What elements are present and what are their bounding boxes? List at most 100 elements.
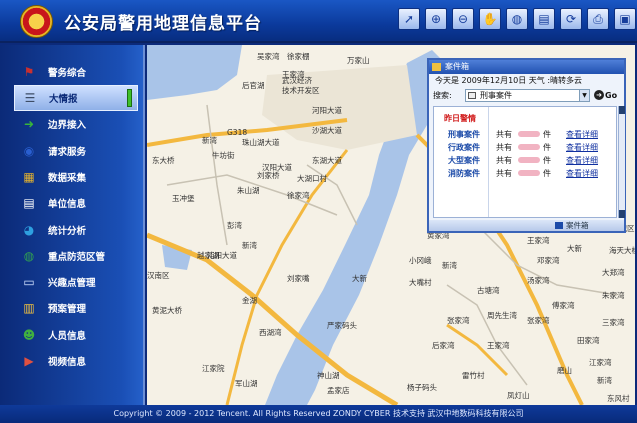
pan-hand-icon: ✋	[482, 12, 498, 26]
scroll-up-arrow[interactable]	[619, 106, 625, 114]
sidebar-item-6[interactable]: ◕ 统计分析	[14, 217, 138, 243]
zoom-out-button[interactable]: ⊖	[452, 8, 474, 30]
sidebar-item-4[interactable]: ▦ 数据采集	[14, 164, 138, 190]
sidebar-item-11[interactable]: ▶ 视频信息	[14, 348, 138, 374]
pan-hand-button[interactable]: ✋	[479, 8, 501, 30]
panel-search-bar: 搜索: 刑事案件 ▼ ➜ Go	[433, 89, 621, 103]
map-place-label: 珠山湖大道	[242, 138, 280, 147]
sidebar-item-label: 人员信息	[48, 331, 87, 342]
case-count-value	[518, 131, 540, 137]
sidebar-nav: ⚑ 警务综合 ☰ 大情报 ➜ 边界接入 ◉ 请求服务 ▦ 数据采集 ▤ 单位信息 ◕ 统计分析 ◍ 重点防范区…	[0, 45, 145, 405]
sidebar-item-0[interactable]: ⚑ 警务综合	[14, 59, 138, 85]
map-place-label: 凤灯山	[507, 391, 530, 400]
layers-button[interactable]: ▤	[533, 8, 555, 30]
map-place-label: 海天大楼	[609, 246, 635, 255]
case-type-select[interactable]: 刑事案件 ▼	[465, 89, 590, 102]
map-place-label: 古塘湾	[477, 286, 500, 295]
sidebar-item-label: 边界接入	[48, 120, 87, 131]
map-place-label: 江家院	[202, 364, 225, 373]
view-details-link[interactable]: 查看详细	[566, 129, 598, 140]
sidebar-item-8[interactable]: ▭ 兴趣点管理	[14, 269, 138, 295]
case-box-panel[interactable]: 案件箱 今天是 2009年12月10日 天气 :晴转多云 搜索: 刑事案件 ▼ …	[427, 58, 626, 233]
map-place-label: 新湾	[442, 261, 457, 270]
sidebar-item-7[interactable]: ◍ 重点防范区管	[14, 243, 138, 269]
map-toolbar: ➚ ⊕ ⊖ ✋ ◍ ▤ ⟳ ⎙ ▣	[398, 8, 636, 30]
sidebar-item-2[interactable]: ➜ 边界接入	[14, 111, 138, 137]
map-place-label: 神山湖	[317, 371, 340, 380]
map-place-label: 磨山	[557, 366, 572, 375]
zoom-out-icon: ⊖	[457, 12, 469, 26]
chevron-down-icon[interactable]: ▼	[579, 90, 589, 101]
fullscreen-button[interactable]: ▣	[614, 8, 636, 30]
print-button[interactable]: ⎙	[587, 8, 609, 30]
monitor-icon: ▭	[23, 275, 35, 289]
map-place-label: 张家湾	[447, 316, 470, 325]
panel-titlebar[interactable]: 案件箱	[429, 60, 624, 74]
scroll-down-arrow[interactable]	[619, 210, 625, 218]
view-details-link[interactable]: 查看详细	[566, 168, 598, 179]
map-place-label: 王家湾	[282, 70, 305, 79]
case-count-prefix: 共有	[496, 143, 512, 152]
document-icon	[468, 92, 476, 99]
refresh-button[interactable]: ⟳	[560, 8, 582, 30]
case-box-icon	[555, 222, 563, 229]
lake-area	[147, 45, 242, 100]
arrow-right-icon: ➜	[23, 117, 35, 131]
map-place-label: 王家湾	[527, 236, 550, 245]
refresh-icon: ⟳	[565, 12, 577, 26]
map-place-label: 黄泥大桥	[152, 306, 182, 315]
police-emblem-icon	[20, 5, 53, 38]
app-title: 公安局警用地理信息平台	[64, 14, 262, 34]
pointer-tool-icon: ➚	[403, 12, 415, 26]
sidebar-item-5[interactable]: ▤ 单位信息	[14, 190, 138, 216]
sidebar-item-9[interactable]: ▥ 预案管理	[14, 295, 138, 321]
case-list: 昨日警情 刑事案件 共有件查看详细 行政案件 共有件查看详细 大型案件 共有件查看详细 消防…	[433, 106, 617, 218]
map-place-label: 牛坊街	[212, 151, 235, 160]
sidebar-item-label: 请求服务	[48, 147, 87, 158]
sidebar-item-1[interactable]: ☰ 大情报	[14, 85, 138, 111]
map-place-label: 朱家湾	[602, 291, 625, 300]
map-place-label: 东风村	[607, 394, 630, 403]
map-place-label: 西湖湾	[259, 328, 282, 337]
map-place-label: 大嘴村	[409, 278, 432, 287]
pointer-tool-button[interactable]: ➚	[398, 8, 420, 30]
map-place-label: 军山湖	[235, 379, 258, 388]
weather-line: 今天是 2009年12月10日 天气 :晴转多云	[435, 76, 583, 85]
globe-icon: ◍	[23, 249, 35, 263]
document-icon: ▤	[23, 196, 35, 210]
map-place-label: 小冈峨	[409, 256, 432, 265]
map-place-label: 东湖大道	[312, 156, 342, 165]
case-count-prefix: 共有	[496, 130, 512, 139]
case-category-label: 刑事案件	[448, 130, 480, 139]
go-button[interactable]: ➜ Go	[594, 89, 620, 102]
map-place-label: G318	[227, 128, 248, 137]
panel-title: 案件箱	[445, 62, 469, 71]
sidebar-item-label: 视频信息	[48, 357, 87, 368]
case-count-unit: 件	[543, 169, 551, 178]
sidebar-item-label: 重点防范区管	[48, 252, 106, 263]
sidebar-item-10[interactable]: ☻ 人员信息	[14, 322, 138, 348]
map-place-label: 越家湖	[197, 251, 220, 260]
map-place-label: 张家湾	[527, 316, 550, 325]
panel-scrollbar[interactable]	[618, 106, 625, 218]
sidebar-item-label: 兴趣点管理	[48, 278, 96, 289]
case-count-value	[518, 144, 540, 150]
view-details-link[interactable]: 查看详细	[566, 142, 598, 153]
sidebar-item-3[interactable]: ◉ 请求服务	[14, 138, 138, 164]
sidebar-item-label: 单位信息	[48, 199, 87, 210]
map-place-label: 金湖	[242, 296, 257, 305]
globe-button[interactable]: ◍	[506, 8, 528, 30]
search-label: 搜索:	[433, 91, 452, 100]
map-place-label: 大湖口村	[297, 174, 327, 183]
zoom-in-button[interactable]: ⊕	[425, 8, 447, 30]
map-place-label: 江家湾	[589, 358, 612, 367]
map-place-label: 沙湖大道	[312, 126, 342, 135]
sidebar-item-label: 预案管理	[48, 304, 87, 315]
zoom-in-icon: ⊕	[430, 12, 442, 26]
road	[446, 284, 528, 386]
map-place-label: 彭湾	[227, 221, 242, 230]
view-details-link[interactable]: 查看详细	[566, 155, 598, 166]
go-label: Go	[605, 91, 618, 100]
flag-icon: ⚑	[23, 65, 35, 79]
video-icon: ▶	[24, 354, 34, 368]
